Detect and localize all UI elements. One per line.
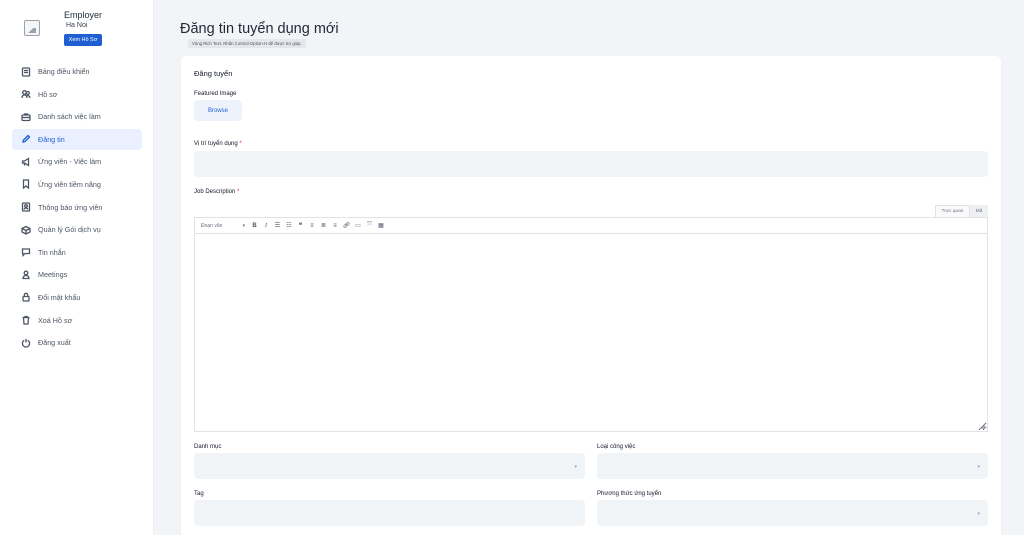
required-mark: * — [237, 189, 240, 195]
align-right-icon[interactable]: ≡ — [330, 220, 341, 231]
kitchen-sink-icon[interactable]: ▦ — [376, 220, 387, 231]
numbered-list-icon[interactable]: ☷ — [284, 220, 295, 231]
sidebar-item-messages[interactable]: Tin nhắn — [12, 242, 142, 263]
position-label-text: Vị trí tuyển dụng — [194, 141, 238, 147]
sidebar-item-applicants[interactable]: Ứng viên - Việc làm — [12, 151, 142, 172]
browse-button[interactable]: Browse — [194, 100, 242, 121]
sidebar-item-meetings[interactable]: Meetings — [12, 264, 142, 285]
tab-code[interactable]: Mã — [970, 205, 988, 217]
sidebar-item-dashboard[interactable]: Bảng điều khiển — [12, 61, 142, 82]
sidebar-item-label: Quản lý Gói dịch vụ — [38, 225, 101, 235]
sidebar-item-label: Đăng tin — [38, 134, 65, 144]
bold-icon[interactable]: B — [249, 220, 260, 231]
dashboard-icon — [21, 66, 31, 77]
pencil-icon — [21, 134, 31, 144]
sidebar-item-job-list[interactable]: Danh sách việc làm — [12, 106, 142, 127]
apply-method-label: Phương thức ứng tuyển — [597, 491, 662, 497]
sidebar: Employer Ha Noi Xem Hồ Sơ Bảng điều khiể… — [0, 0, 154, 535]
megaphone-icon — [21, 157, 31, 167]
employer-city: Ha Noi — [66, 22, 88, 29]
job-type-select[interactable]: ▾ — [597, 453, 988, 479]
sidebar-item-logout[interactable]: Đăng xuất — [12, 332, 142, 353]
chevron-down-icon: ▾ — [977, 511, 980, 517]
notification-icon — [21, 202, 31, 212]
category-label: Danh mục — [194, 444, 222, 450]
image-placeholder-icon — [24, 20, 40, 36]
sidebar-item-label: Ứng viên tiềm năng — [38, 179, 101, 189]
sidebar-item-packages[interactable]: Quản lý Gói dịch vụ — [12, 219, 142, 240]
sidebar-item-post-job[interactable]: Đăng tin — [12, 128, 142, 150]
sidebar-item-label: Bảng điều khiển — [38, 67, 90, 76]
position-input[interactable] — [194, 151, 988, 177]
post-job-form: Đăng tuyển Featured Image Browse Vị trí … — [181, 56, 1001, 535]
sidebar-item-shortlisted[interactable]: Ứng viên tiềm năng — [12, 174, 142, 195]
chat-icon — [21, 247, 31, 258]
align-center-icon[interactable]: ≣ — [318, 220, 329, 231]
tag-label: Tag — [194, 491, 204, 497]
blockquote-icon[interactable]: ❝ — [295, 220, 306, 231]
sidebar-item-label: Meetings — [38, 270, 68, 280]
view-profile-button[interactable]: Xem Hồ Sơ — [64, 34, 102, 46]
format-select[interactable]: Đoạn văn ▾ — [201, 221, 249, 230]
page-title: Đăng tin tuyển dụng mới — [180, 21, 339, 37]
meeting-icon — [21, 270, 31, 280]
profile-icon — [21, 89, 31, 99]
sidebar-item-label: Đăng xuất — [38, 338, 71, 348]
sidebar-item-delete-profile[interactable]: Xoá Hồ sơ — [12, 310, 142, 331]
required-mark: * — [239, 141, 242, 147]
sidebar-item-profile[interactable]: Hồ sơ — [12, 84, 142, 105]
sidebar-item-label: Thông báo ứng viên — [38, 202, 103, 212]
editor-toolbar: Đoạn văn ▾ B I ☰ ☷ ❝ ≡ ≣ ≡ 🔗︎ ▭ ⤧ ▦ — [194, 217, 988, 234]
sidebar-item-label: Xoá Hồ sơ — [38, 315, 73, 325]
employer-name: Employer — [64, 10, 103, 20]
sidebar-item-change-password[interactable]: Đổi mật khẩu — [12, 287, 142, 308]
chevron-down-icon: ▾ — [977, 464, 980, 470]
sidebar-nav: Bảng điều khiển Hồ sơ Danh sách việc làm… — [12, 61, 142, 355]
fullscreen-icon[interactable]: ⤧ — [364, 220, 375, 231]
category-select[interactable]: ▾ — [194, 453, 585, 479]
tag-input[interactable] — [194, 500, 585, 526]
package-icon — [21, 225, 31, 235]
sidebar-item-label: Đổi mật khẩu — [38, 292, 81, 302]
job-type-label: Loại công việc — [597, 444, 636, 450]
more-tag-icon[interactable]: ▭ — [353, 220, 364, 231]
logout-icon — [21, 338, 31, 348]
format-select-value: Đoạn văn — [201, 222, 223, 229]
align-left-icon[interactable]: ≡ — [307, 220, 318, 231]
link-icon[interactable]: 🔗︎ — [341, 220, 352, 231]
sidebar-item-alerts[interactable]: Thông báo ứng viên — [12, 197, 142, 218]
chevron-down-icon: ▾ — [242, 222, 245, 229]
featured-image-label: Featured Image — [194, 91, 237, 97]
bullet-list-icon[interactable]: ☰ — [272, 220, 283, 231]
lock-icon — [21, 292, 31, 303]
chevron-down-icon: ▾ — [574, 464, 577, 470]
briefcase-icon — [21, 112, 31, 122]
job-description-editor[interactable] — [194, 234, 988, 432]
sidebar-item-label: Ứng viên - Việc làm — [38, 157, 102, 167]
job-description-label-text: Job Description — [194, 189, 236, 195]
tab-visual[interactable]: Trực quan — [935, 205, 970, 217]
rich-text-help-tooltip: Vùng Rich Text. Nhấn Control-Option-H để… — [188, 39, 306, 48]
job-description-label: Job Description * — [194, 189, 239, 195]
sidebar-item-label: Hồ sơ — [38, 89, 58, 99]
sidebar-item-label: Tin nhắn — [38, 247, 66, 257]
sidebar-item-label: Danh sách việc làm — [38, 112, 101, 122]
apply-method-select[interactable]: ▾ — [597, 500, 988, 526]
bookmark-icon — [21, 179, 31, 190]
profile-block: Employer Ha Noi Xem Hồ Sơ — [0, 0, 154, 58]
resize-handle-icon[interactable]: ◢ — [981, 424, 985, 430]
trash-icon — [21, 315, 31, 325]
section-title: Đăng tuyển — [194, 69, 233, 78]
italic-icon[interactable]: I — [261, 220, 272, 231]
position-label: Vị trí tuyển dụng * — [194, 141, 242, 147]
